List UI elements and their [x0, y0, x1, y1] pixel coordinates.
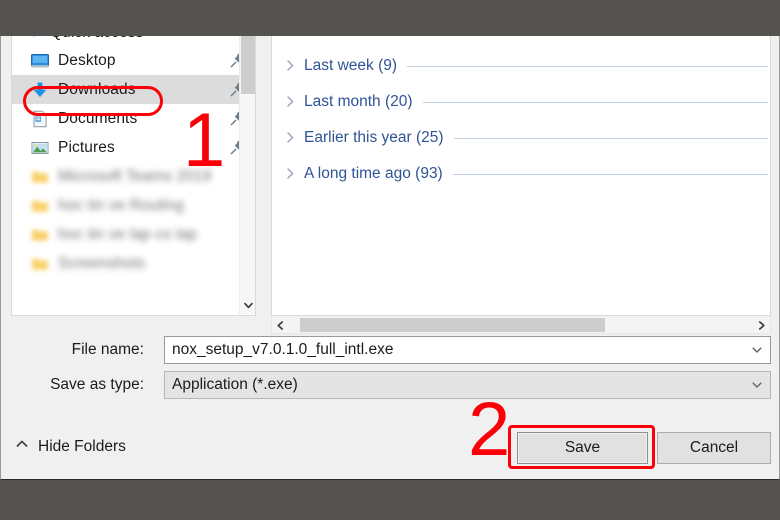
scrollbar-thumb[interactable] — [241, 36, 255, 94]
file-group-header[interactable]: A long time ago (93) — [272, 156, 770, 192]
pin-star-icon — [22, 36, 42, 43]
sidebar-item-label: Pictures — [58, 138, 115, 156]
sidebar-item-documents[interactable]: Documents — [12, 104, 245, 133]
browse-area: Quick access Desktop — [11, 36, 771, 334]
file-group-label: Earlier this year (25) — [304, 129, 444, 146]
navigation-list: Quick access Desktop — [12, 36, 245, 278]
sidebar-item-label: Desktop — [58, 51, 116, 69]
sidebar-item-desktop[interactable]: Desktop — [12, 46, 245, 75]
group-divider-line — [422, 101, 768, 103]
sidebar-item-label: Documents — [58, 109, 138, 127]
filename-input[interactable]: nox_setup_v7.0.1.0_full_intl.exe — [164, 336, 771, 364]
group-divider-line — [407, 65, 768, 67]
folder-icon — [30, 254, 50, 274]
chevron-right-icon[interactable] — [284, 167, 298, 181]
monitor-icon — [30, 51, 50, 71]
filetype-label: Save as type: — [50, 376, 144, 393]
folder-icon — [30, 167, 50, 187]
nav-vertical-scrollbar[interactable] — [239, 36, 255, 314]
filetype-select[interactable]: Application (*.exe) — [164, 371, 771, 399]
hide-folders-toggle[interactable]: Hide Folders — [15, 437, 126, 456]
chevron-right-icon[interactable] — [284, 59, 298, 73]
file-group-label: A long time ago (93) — [304, 165, 443, 182]
sidebar-item-quick-access[interactable]: Quick access — [12, 36, 240, 46]
folder-icon — [30, 196, 50, 216]
sidebar-item-label: Quick access — [50, 36, 143, 42]
chevron-down-icon[interactable] — [744, 337, 770, 363]
chevron-right-icon[interactable] — [284, 95, 298, 109]
filetype-value: Application (*.exe) — [172, 376, 298, 393]
document-icon — [30, 109, 50, 129]
chevron-down-icon[interactable] — [240, 296, 255, 314]
filename-label: File name: — [71, 341, 144, 358]
filename-value: nox_setup_v7.0.1.0_full_intl.exe — [172, 341, 394, 358]
picture-icon — [30, 138, 50, 158]
chevron-left-icon[interactable] — [272, 317, 289, 333]
scrollbar-thumb[interactable] — [300, 318, 605, 332]
chevron-up-icon — [15, 437, 29, 456]
sidebar-item-downloads[interactable]: Downloads — [12, 75, 245, 104]
screenshot-root: Quick access Desktop — [0, 0, 780, 520]
file-list-pane[interactable]: Last week (9) Last month (20) Earlier th… — [271, 36, 771, 316]
filetype-row: Save as type: Application (*.exe) — [1, 371, 779, 399]
filename-row: File name: nox_setup_v7.0.1.0_full_intl.… — [1, 336, 779, 364]
sidebar-item-folder[interactable]: Microsoft Teams 2019 — [12, 162, 240, 191]
file-horizontal-scrollbar[interactable] — [271, 317, 771, 334]
sidebar-item-folder[interactable]: Screenshots — [12, 249, 240, 278]
file-group-header[interactable]: Last week (9) — [272, 48, 770, 84]
sidebar-item-label: Downloads — [58, 80, 136, 98]
file-group-label: Last week (9) — [304, 57, 398, 74]
save-as-dialog: Quick access Desktop — [0, 36, 780, 480]
sidebar-item-label: hoc tin ve lap co lap — [58, 225, 198, 243]
cancel-button[interactable]: Cancel — [657, 432, 771, 464]
save-button[interactable]: Save — [517, 432, 648, 464]
navigation-pane[interactable]: Quick access Desktop — [11, 36, 256, 316]
sidebar-item-label: hoc tin ve Routing — [58, 196, 184, 214]
scrollbar-track[interactable] — [289, 317, 753, 333]
group-divider-line — [452, 173, 768, 175]
sidebar-item-label: Microsoft Teams 2019 — [58, 167, 212, 185]
chevron-right-icon[interactable] — [284, 131, 298, 145]
file-group-label: Last month (20) — [304, 93, 413, 110]
file-group-header[interactable]: Last month (20) — [272, 84, 770, 120]
download-arrow-icon — [30, 80, 50, 100]
chevron-down-icon[interactable] — [744, 372, 770, 398]
dialog-footer: Hide Folders Save Cancel — [1, 417, 779, 479]
save-form: File name: nox_setup_v7.0.1.0_full_intl.… — [1, 336, 779, 406]
chevron-right-icon[interactable] — [753, 317, 770, 333]
sidebar-item-label: Screenshots — [58, 254, 146, 272]
sidebar-item-pictures[interactable]: Pictures — [12, 133, 245, 162]
hide-folders-label: Hide Folders — [38, 437, 126, 455]
sidebar-item-folder[interactable]: hoc tin ve Routing — [12, 191, 240, 220]
group-divider-line — [453, 137, 768, 139]
sidebar-item-folder[interactable]: hoc tin ve lap co lap — [12, 220, 240, 249]
file-group-header[interactable]: Earlier this year (25) — [272, 120, 770, 156]
folder-icon — [30, 225, 50, 245]
